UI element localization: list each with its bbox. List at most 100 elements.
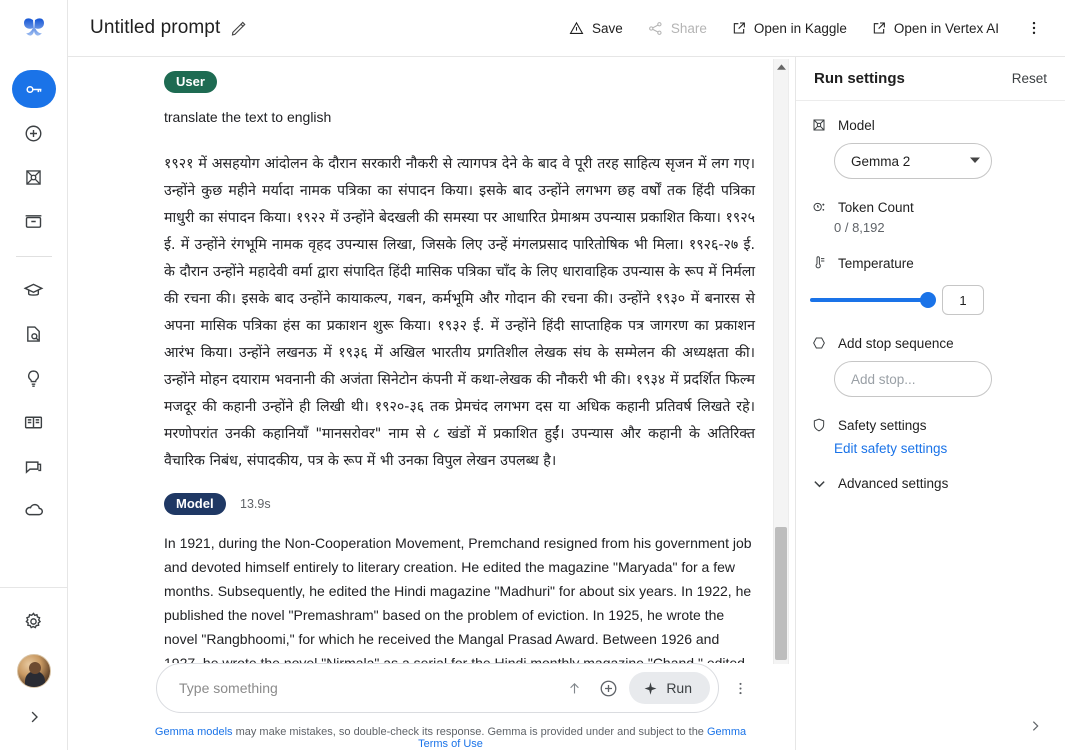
scrollbar-track[interactable] — [773, 75, 789, 660]
sidebar-item-learn[interactable] — [12, 271, 56, 309]
archive-box-icon — [25, 214, 42, 228]
advanced-settings-section[interactable]: Advanced settings — [810, 476, 1047, 491]
caret-up-icon — [776, 63, 786, 70]
gear-icon — [25, 611, 42, 628]
prompt-input[interactable] — [179, 680, 558, 696]
ai-studio-window: Untitled prompt Save Share Open in Kaggl… — [0, 0, 1065, 750]
rename-prompt-button[interactable] — [230, 20, 247, 37]
chevron-down-icon — [969, 154, 981, 169]
run-settings-body: Model Gemma 2 Token Count 0 / 8,192 Temp… — [796, 101, 1065, 511]
sidebar-item-structured-prompt[interactable] — [12, 158, 56, 196]
pencil-icon — [232, 21, 246, 36]
open-in-vertex-ai-button[interactable]: Open in Vertex AI — [861, 13, 1009, 43]
temperature-head: Temperature — [810, 255, 1047, 271]
sidebar-item-documentation[interactable] — [12, 403, 56, 441]
sidebar-item-ideas[interactable] — [12, 359, 56, 397]
turn-model: Model 13.9s In 1921, during the Non-Coop… — [164, 493, 755, 663]
composer-row: Run — [156, 663, 755, 713]
avatar[interactable] — [16, 654, 51, 688]
share-button[interactable]: Share — [637, 13, 717, 44]
open-external-icon — [873, 22, 885, 34]
token-count-value: 0 / 8,192 — [834, 220, 885, 235]
temperature-value-input[interactable]: 1 — [942, 285, 984, 315]
temperature-slider[interactable] — [810, 292, 936, 308]
sidebar-item-api-key[interactable] — [11, 70, 56, 108]
model-section-head: Model — [810, 117, 1047, 133]
sidebar-item-cloud[interactable] — [12, 491, 56, 529]
model-response-text[interactable]: In 1921, during the Non-Cooperation Move… — [164, 531, 755, 663]
submit-arrow-button[interactable] — [557, 671, 591, 705]
kebab-menu-icon — [1032, 21, 1036, 35]
top-toolbar: Untitled prompt Save Share Open in Kaggl… — [68, 0, 1065, 56]
hexagon-icon — [810, 335, 828, 351]
composer-overflow-button[interactable] — [725, 671, 755, 705]
temperature-section: Temperature 1 — [810, 255, 1047, 315]
save-label: Save — [592, 20, 623, 36]
sidebar-item-new-chat[interactable] — [12, 114, 56, 152]
scrollbar-thumb[interactable] — [775, 527, 787, 660]
thermometer-icon — [810, 255, 828, 271]
shield-icon — [810, 417, 828, 433]
temperature-slider-thumb[interactable] — [920, 292, 936, 308]
sparkle-icon — [644, 681, 657, 695]
conversation-scrollbar[interactable] — [773, 59, 789, 664]
settings-button[interactable] — [12, 602, 56, 640]
scroll-up-button[interactable] — [773, 59, 789, 75]
stop-sequence-input[interactable]: Add stop... — [834, 361, 992, 397]
token-count-label: Token Count — [838, 199, 914, 215]
atom-icon — [810, 117, 828, 133]
share-icon — [648, 21, 662, 35]
open-in-kaggle-button[interactable]: Open in Kaggle — [721, 13, 857, 43]
temperature-label: Temperature — [838, 255, 914, 271]
rail-bottom — [0, 587, 67, 750]
gemma-models-link[interactable]: Gemma models — [155, 726, 233, 738]
expand-sidebar-button[interactable] — [12, 698, 56, 736]
chevron-right-icon — [1032, 721, 1039, 731]
left-nav-rail — [0, 0, 68, 750]
plus-circle-icon — [25, 125, 42, 141]
collapse-panel-button[interactable] — [1027, 718, 1043, 734]
chat-bubble-icon — [25, 460, 42, 474]
model-section: Model Gemma 2 — [810, 117, 1047, 179]
app-logo[interactable] — [0, 0, 67, 56]
lightbulb-icon — [28, 369, 39, 387]
chevron-right-icon — [31, 711, 38, 723]
token-icon — [810, 199, 828, 215]
arrow-up-icon — [570, 682, 579, 693]
add-attachment-button[interactable] — [591, 671, 625, 705]
rail-bottom-divider — [0, 587, 67, 588]
rail-divider — [15, 256, 52, 257]
token-count-head: Token Count — [810, 199, 1047, 215]
graduation-cap-icon — [23, 283, 44, 296]
model-latency: 13.9s — [240, 497, 271, 511]
safety-settings-label: Safety settings — [838, 417, 927, 433]
toolbar-overflow-button[interactable] — [1017, 11, 1051, 45]
advanced-settings-label: Advanced settings — [838, 476, 949, 491]
content-body: User translate the text to english १९२१ … — [68, 56, 1065, 750]
token-count-section: Token Count 0 / 8,192 — [810, 199, 1047, 235]
model-badge-row: Model 13.9s — [164, 493, 755, 515]
role-badge-model: Model — [164, 493, 226, 515]
advanced-settings-head[interactable]: Advanced settings — [810, 476, 1047, 491]
sidebar-item-docs-search[interactable] — [12, 315, 56, 353]
save-button[interactable]: Save — [558, 13, 633, 44]
user-source-text[interactable]: १९२१ में असहयोग आंदोलन के दौरान सरकारी न… — [164, 151, 755, 475]
sidebar-item-archive[interactable] — [12, 202, 56, 240]
run-label: Run — [666, 680, 692, 696]
temperature-control: 1 — [810, 285, 1047, 315]
cloud-icon — [24, 503, 43, 516]
model-label: Model — [838, 117, 875, 133]
share-label: Share — [670, 20, 707, 36]
sidebar-item-feedback[interactable] — [12, 447, 56, 485]
model-select[interactable]: Gemma 2 — [834, 143, 992, 179]
edit-safety-settings-link[interactable]: Edit safety settings — [834, 441, 1047, 456]
stop-sequence-head: Add stop sequence — [810, 335, 1047, 351]
run-button[interactable]: Run — [629, 672, 710, 704]
reset-button[interactable]: Reset — [1012, 71, 1047, 86]
page-title: Untitled prompt — [90, 17, 221, 38]
composer-box[interactable]: Run — [156, 663, 719, 713]
rail-items — [0, 56, 67, 535]
title-group: Untitled prompt — [90, 17, 247, 39]
conversation-scroll-area[interactable]: User translate the text to english १९२१ … — [68, 57, 795, 663]
user-prompt-text[interactable]: translate the text to english — [164, 109, 755, 125]
